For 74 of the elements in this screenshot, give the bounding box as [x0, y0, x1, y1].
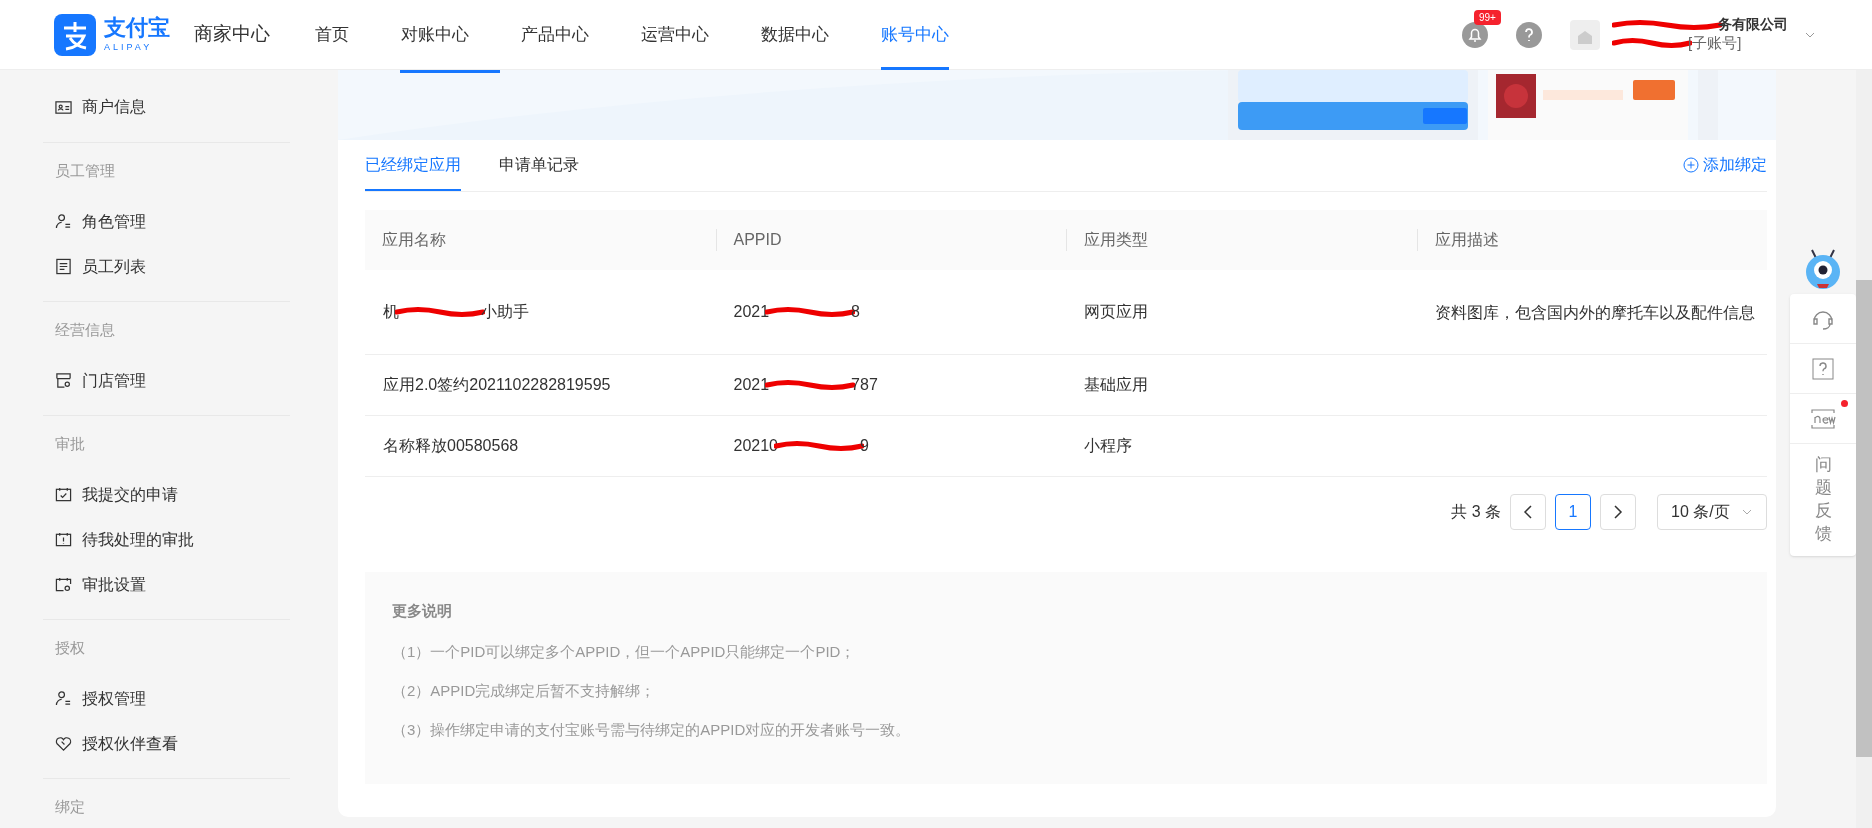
- table-cell: 网页应用: [1084, 303, 1148, 320]
- bell-icon[interactable]: [1462, 21, 1488, 48]
- table-cell-text: 小助手: [481, 302, 529, 322]
- plus-circle-icon: [1683, 157, 1699, 173]
- next-page-button[interactable]: [1600, 494, 1636, 530]
- sidebar-heading: 员工管理: [54, 160, 116, 181]
- sidebar-item[interactable]: 我提交的申请: [43, 472, 290, 517]
- notification-badge: 99+: [1474, 9, 1501, 25]
- company-name: 务有限公司: [1718, 16, 1788, 34]
- total-count: 共 3 条: [1451, 502, 1501, 522]
- new-icon[interactable]: [1810, 407, 1836, 430]
- chevron-left-icon: [1523, 505, 1533, 519]
- nav-tab[interactable]: 运营中心: [641, 0, 709, 70]
- page-size-select[interactable]: 10 条/页: [1657, 494, 1767, 530]
- sidebar-heading: 经营信息: [54, 319, 116, 340]
- column-header: APPID: [732, 230, 782, 250]
- table-cell-text: 2021: [733, 375, 770, 395]
- calendar-check-icon: [55, 486, 72, 503]
- heart-icon: [55, 735, 72, 752]
- calendar-gear-icon: [55, 576, 72, 593]
- help-icon[interactable]: [1811, 356, 1835, 381]
- table-cell-text: 787: [851, 375, 878, 395]
- content-tab[interactable]: 已经绑定应用: [365, 153, 461, 191]
- table-cell-text: 9: [860, 436, 869, 456]
- page-button[interactable]: 1: [1555, 494, 1591, 530]
- table-cell: 基础应用: [1084, 376, 1148, 393]
- note-text: （1）一个PID可以绑定多个APPID，但一个APPID只能绑定一个PID；: [392, 641, 857, 662]
- note-text: （3）操作绑定申请的支付宝账号需与待绑定的APPID对应的开发者账号一致。: [392, 719, 912, 740]
- feedback-button[interactable]: 问题反馈: [1814, 444, 1832, 556]
- add-binding-link[interactable]: 添加绑定: [1683, 153, 1767, 177]
- help-icon[interactable]: [1516, 21, 1542, 48]
- column-header: 应用描述: [1433, 230, 1499, 250]
- chevron-right-icon: [1613, 505, 1623, 519]
- app-title: 商家中心: [194, 22, 270, 47]
- sidebar-item[interactable]: 授权管理: [43, 676, 290, 721]
- nav-tab[interactable]: 对账中心: [401, 0, 469, 70]
- logo-name: 支付宝: [104, 17, 170, 39]
- logo-icon: [54, 13, 96, 56]
- sidebar-heading: 授权: [54, 637, 86, 658]
- sidebar-item[interactable]: 员工列表: [43, 244, 290, 289]
- nav-tab[interactable]: 产品中心: [521, 0, 589, 70]
- calendar-alert-icon: [55, 531, 72, 548]
- table-cell-text: 8: [851, 302, 860, 322]
- table-cell: 小程序: [1084, 437, 1132, 454]
- account-role: [子账号]: [1688, 33, 1742, 53]
- table-cell-text: 应用2.0签约2021102282819595: [383, 375, 611, 395]
- logo-subtitle: ALIPAY: [104, 43, 154, 52]
- sidebar-item[interactable]: 待我处理的审批: [43, 517, 290, 562]
- column-header: 应用名称: [381, 230, 446, 250]
- nav-tab[interactable]: 数据中心: [761, 0, 829, 70]
- user-icon: [55, 690, 72, 707]
- sidebar-item[interactable]: 门店管理: [43, 358, 290, 403]
- note-text: （2）APPID完成绑定后暂不支持解绑；: [392, 680, 657, 701]
- table-cell-text: 机: [383, 302, 399, 322]
- sidebar-item[interactable]: 审批设置: [43, 562, 290, 607]
- id-card-icon: [55, 98, 72, 116]
- sidebar-heading: 绑定: [54, 796, 86, 817]
- store-icon: [55, 372, 72, 389]
- sidebar-item[interactable]: 商户信息: [43, 72, 290, 142]
- sidebar-item[interactable]: 授权伙伴查看: [43, 721, 290, 766]
- content-tab[interactable]: 申请单记录: [499, 153, 579, 191]
- table-cell-text: 名称释放00580568: [383, 436, 519, 456]
- user-icon: [55, 213, 72, 230]
- previous-page-button[interactable]: [1510, 494, 1546, 530]
- column-header: 应用类型: [1083, 230, 1148, 250]
- sidebar-heading: 审批: [54, 433, 86, 454]
- sidebar-item[interactable]: 角色管理: [43, 199, 290, 244]
- notes-title: 更多说明: [392, 601, 453, 621]
- table-cell-text: 资料图库，包含国内外的摩托车以及配件信息: [1434, 302, 1756, 323]
- document-icon: [55, 258, 72, 275]
- avatar-icon: [1570, 19, 1600, 50]
- table-cell-text: 20210: [733, 436, 778, 456]
- table-cell-text: 2021: [733, 302, 770, 322]
- nav-tab[interactable]: 首页: [315, 0, 349, 70]
